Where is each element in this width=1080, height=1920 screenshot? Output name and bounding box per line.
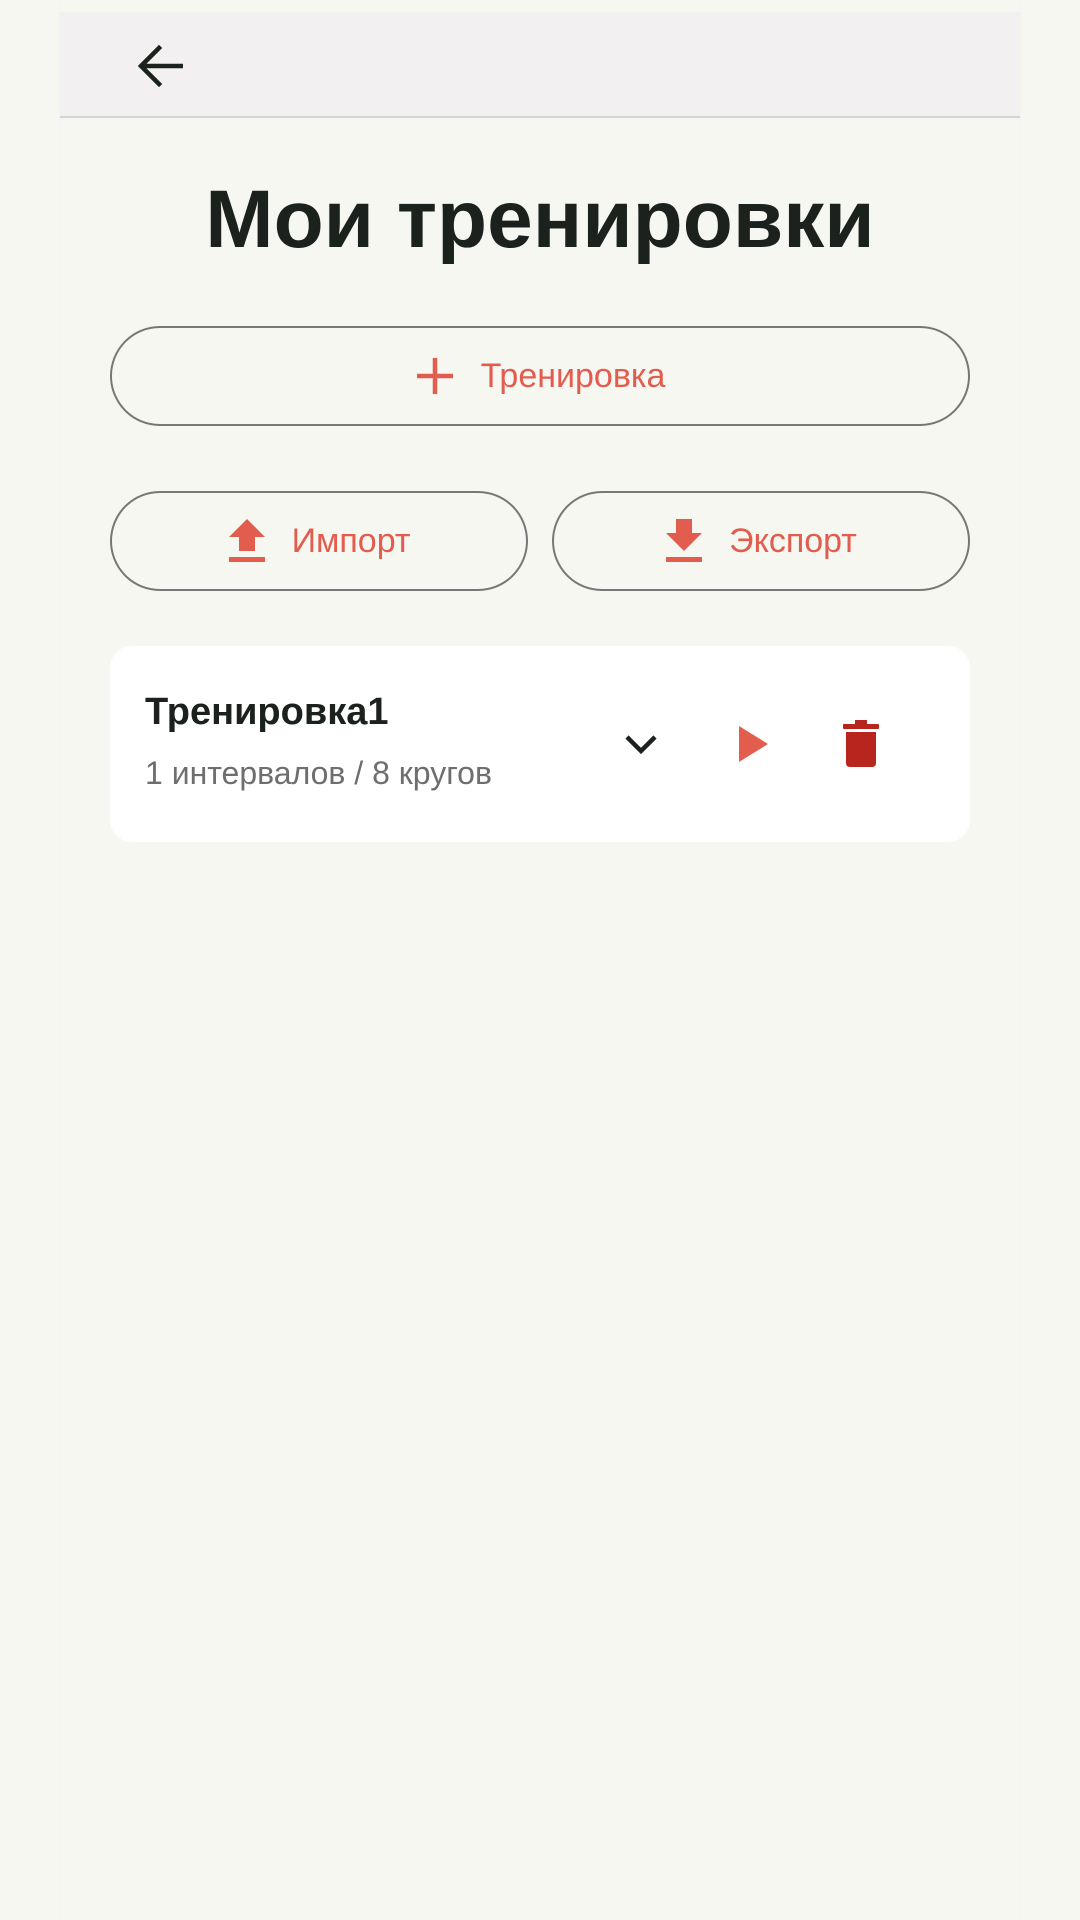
workout-name: Тренировка1 bbox=[145, 691, 389, 733]
arrow-left-icon bbox=[137, 45, 183, 87]
screen: Мои тренировки Тренировка Импорт Экспорт… bbox=[60, 0, 1020, 1920]
delete-button[interactable] bbox=[826, 709, 896, 779]
add-workout-label: Тренировка bbox=[480, 357, 666, 395]
upload-icon bbox=[228, 519, 265, 562]
trash-icon bbox=[843, 720, 879, 767]
plus-icon bbox=[416, 358, 453, 394]
import-label: Импорт bbox=[291, 522, 411, 560]
workout-card[interactable]: Тренировка1 1 интервалов / 8 кругов bbox=[110, 646, 970, 842]
add-workout-button[interactable]: Тренировка bbox=[110, 326, 970, 426]
back-button[interactable] bbox=[130, 36, 190, 96]
workout-summary: 1 интервалов / 8 кругов bbox=[145, 755, 492, 791]
download-icon bbox=[666, 519, 703, 562]
export-button[interactable]: Экспорт bbox=[552, 491, 970, 591]
export-label: Экспорт bbox=[729, 522, 857, 560]
play-icon bbox=[739, 726, 768, 762]
play-button[interactable] bbox=[718, 709, 788, 779]
expand-button[interactable] bbox=[606, 709, 676, 779]
page-title: Мои тренировки bbox=[205, 174, 875, 265]
import-button[interactable]: Импорт bbox=[110, 491, 528, 591]
chevron-down-icon bbox=[625, 735, 657, 755]
app-bar bbox=[60, 12, 1020, 118]
